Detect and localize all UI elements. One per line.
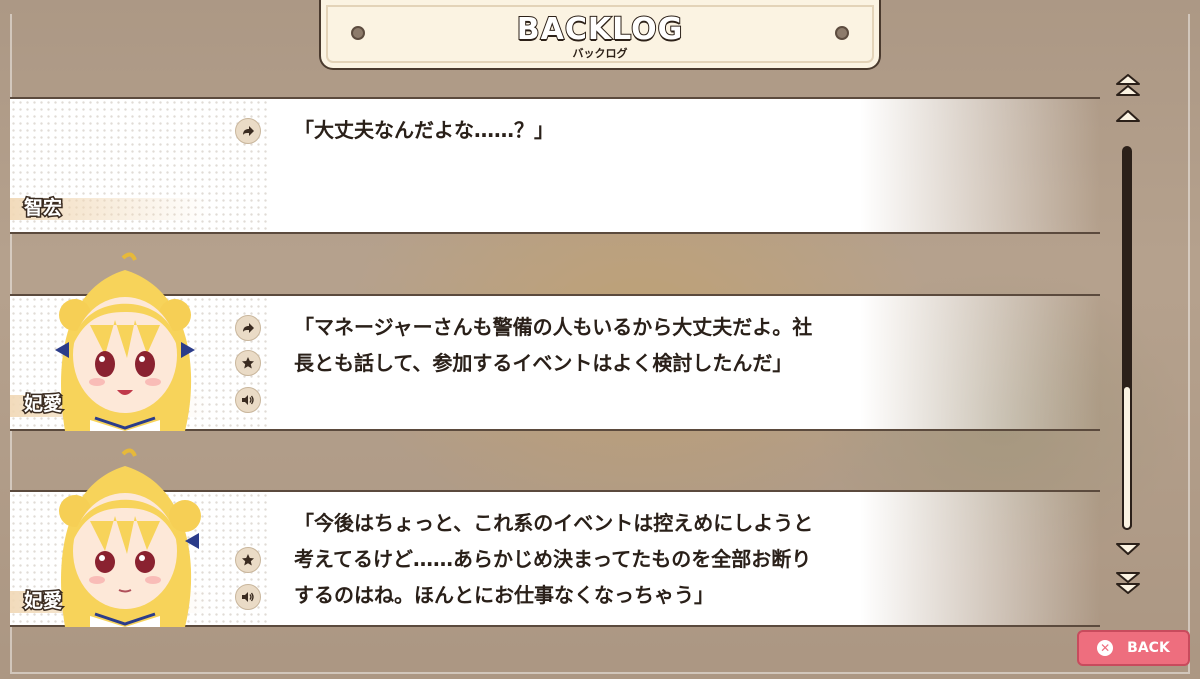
dialogue-line: するのはね。ほんとにお仕事なくなっちゃう」 <box>294 583 714 607</box>
speaker-name: 妃愛 <box>22 589 63 614</box>
double-chevron-up-icon <box>1116 74 1140 96</box>
close-icon: ✕ <box>1097 640 1114 656</box>
dialogue-line: 「マネージャーさんも警備の人もいるから大丈夫だよ。社 <box>294 315 813 339</box>
scroll-down-button[interactable] <box>1115 541 1141 561</box>
double-chevron-down-icon <box>1116 572 1140 594</box>
voice-icon[interactable] <box>235 387 261 413</box>
chevron-down-icon <box>1116 543 1140 555</box>
jump-icon[interactable] <box>235 315 261 341</box>
voice-icon[interactable] <box>235 584 261 610</box>
chevron-up-icon <box>1116 110 1140 122</box>
dialogue-line: 「今後はちょっと、これ系のイベントは控えめにしようと <box>294 511 814 535</box>
dialogue-line: 「大丈夫なんだよな……？」 <box>294 118 554 142</box>
dialogue-line: 長とも話して、参加するイベントはよく検討したんだ」 <box>294 351 793 375</box>
scroll-bottom-button[interactable] <box>1115 571 1141 594</box>
backlog-title: BACKLOG <box>516 11 684 48</box>
back-button[interactable]: ✕ BACK <box>1077 630 1190 666</box>
backlog-header: BACKLOG バックログ <box>319 0 881 70</box>
star-icon[interactable] <box>235 350 261 376</box>
scroll-up-button[interactable] <box>1115 108 1141 128</box>
backlog-subtitle: バックログ <box>572 47 628 60</box>
speaker-name: 智宏 <box>22 196 63 221</box>
scroll-top-button[interactable] <box>1115 74 1141 96</box>
star-icon[interactable] <box>235 547 261 573</box>
dialogue-line: 考えてるけど……あらかじめ決まってたものを全部お断り <box>294 547 812 571</box>
back-label: BACK <box>1127 640 1170 656</box>
jump-icon[interactable] <box>235 118 261 144</box>
backlog-entry: 智宏 「大丈夫なんだよな……？」 <box>10 97 1100 234</box>
speaker-name: 妃愛 <box>22 392 63 417</box>
scrollbar-thumb[interactable] <box>1122 385 1132 530</box>
